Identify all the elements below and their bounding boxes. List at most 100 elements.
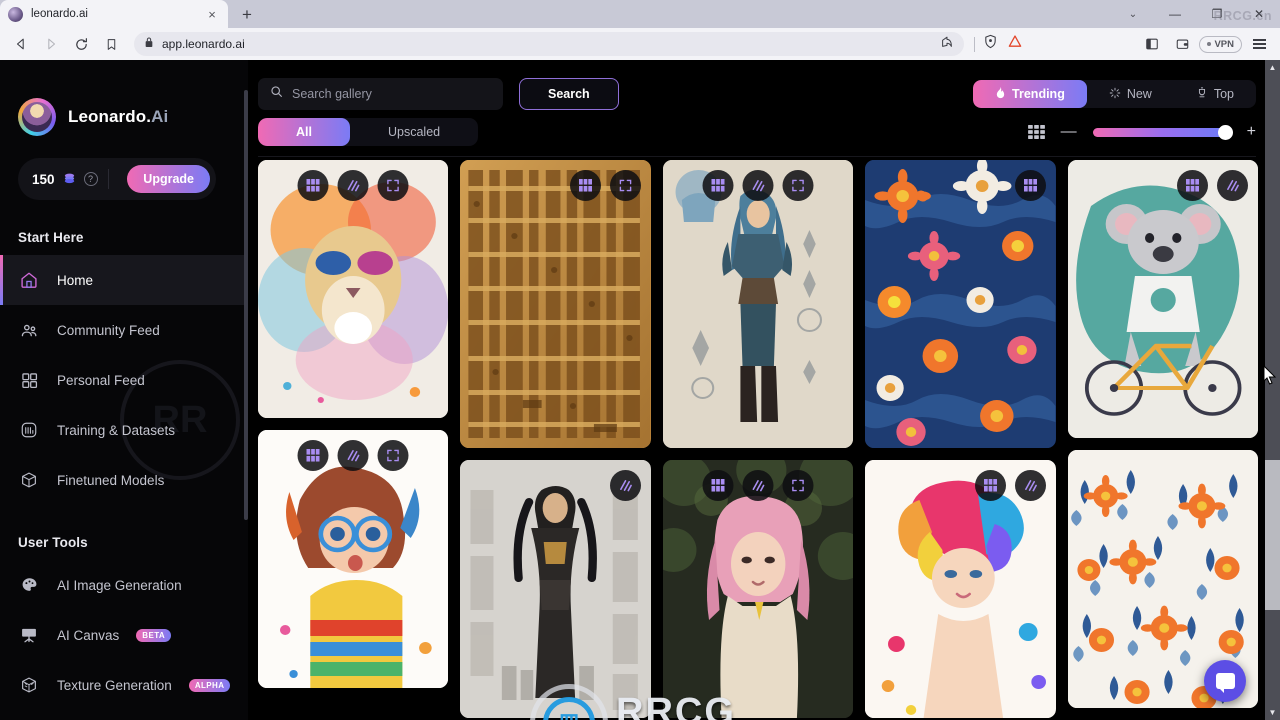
brave-shield-icon[interactable] [983, 34, 998, 54]
zoom-in-button[interactable]: + [1247, 124, 1256, 140]
card-artwork [662, 160, 854, 448]
card-artwork [865, 160, 1056, 448]
window-minimize-button[interactable]: — [1154, 0, 1196, 28]
variations-icon[interactable] [609, 470, 641, 501]
sort-tab-top[interactable]: Top [1174, 80, 1256, 108]
gallery-card-colorful-girl-glasses-backpack[interactable] [258, 430, 449, 688]
variations-icon[interactable] [742, 470, 774, 501]
gallery-card-egyptian-hieroglyphs-papyrus[interactable] [460, 160, 651, 448]
fullscreen-icon[interactable] [377, 170, 409, 201]
sidebar-item-label: AI Image Generation [57, 577, 182, 593]
address-bar[interactable]: app.leonardo.ai [134, 32, 965, 56]
remix-icon[interactable] [297, 440, 329, 471]
gallery-card-watercolor-lion-sunglasses[interactable] [258, 160, 449, 418]
sidebar-item-home[interactable]: Home [0, 255, 248, 305]
toolbar-row-search: Search Trending Ne [258, 78, 1256, 110]
variations-icon[interactable] [337, 170, 369, 201]
gallery-card-dark-fantasy-woman-concept-sheet[interactable] [460, 460, 651, 718]
wallet-icon[interactable] [1169, 31, 1195, 57]
variations-icon[interactable] [1014, 470, 1046, 501]
sidepanel-icon[interactable] [1139, 31, 1165, 57]
brand-name: Leonardo.Ai [68, 107, 168, 127]
bookmark-icon[interactable] [98, 31, 124, 57]
gallery-card-orange-floral-pattern-navy[interactable] [865, 160, 1056, 448]
gallery-card-koala-riding-bicycle[interactable] [1067, 160, 1258, 438]
back-button[interactable] [8, 31, 34, 57]
credits-help-icon[interactable]: ? [83, 172, 98, 186]
window-maximize-button[interactable]: ❐ [1196, 0, 1238, 28]
tab-close-icon[interactable]: × [204, 8, 220, 21]
share-icon[interactable] [940, 35, 954, 54]
filter-tab-all[interactable]: All [258, 118, 350, 146]
sidebar-item-texture-generation[interactable]: Texture Generation ALPHA [0, 660, 248, 710]
sidebar-item-label: Training & Datasets [57, 422, 176, 438]
upgrade-button[interactable]: Upgrade [127, 165, 210, 193]
intercom-chat-icon[interactable] [1204, 660, 1246, 702]
address-bar-url: app.leonardo.ai [162, 37, 245, 51]
forward-button[interactable] [38, 31, 64, 57]
sidebar-item-ai-image-generation[interactable]: AI Image Generation [0, 560, 248, 610]
hamburger-menu-icon[interactable] [1246, 31, 1272, 57]
filter-tab-upscaled[interactable]: Upscaled [350, 118, 478, 146]
scroll-up-arrow-icon[interactable]: ▲ [1265, 60, 1280, 75]
fullscreen-icon[interactable] [609, 170, 641, 201]
gallery-column [865, 160, 1056, 720]
remix-icon[interactable] [297, 170, 329, 201]
sidebar-item-label: AI Canvas [57, 627, 120, 643]
zoom-slider-knob[interactable] [1217, 124, 1233, 140]
sidebar-item-finetuned-models[interactable]: Finetuned Models [0, 455, 248, 505]
brand-name-main: Leonardo. [68, 107, 152, 126]
remix-icon[interactable] [1177, 170, 1209, 201]
card-overlay-actions [569, 170, 641, 201]
brave-lion-icon[interactable] [1007, 34, 1023, 54]
vpn-status-button[interactable]: VPN [1199, 35, 1242, 53]
remix-icon[interactable] [974, 470, 1006, 501]
reload-button[interactable] [68, 31, 94, 57]
variations-icon[interactable] [1217, 170, 1249, 201]
remix-icon[interactable] [1014, 170, 1046, 201]
gallery-card-blue-haired-warrior-character[interactable] [662, 160, 854, 448]
cube-icon [18, 469, 40, 491]
search-gallery-box[interactable] [258, 78, 503, 110]
tab-title: leonardo.ai [31, 8, 88, 20]
gallery-card-rainbow-hair-girl-portrait[interactable] [865, 460, 1056, 718]
window-close-button[interactable]: ✕ [1238, 0, 1280, 28]
card-overlay-actions [702, 470, 814, 501]
remix-icon[interactable] [569, 170, 601, 201]
sidebar-item-community-feed[interactable]: Community Feed [0, 305, 248, 355]
card-overlay-actions [609, 470, 641, 501]
address-bar-actions [940, 35, 954, 54]
sort-tab-new[interactable]: New [1087, 80, 1174, 108]
scroll-down-arrow-icon[interactable]: ▼ [1265, 705, 1280, 720]
remix-icon[interactable] [702, 470, 734, 501]
tab-search-chevron-icon[interactable]: ⌄ [1112, 0, 1154, 28]
sparkle-icon [1109, 87, 1121, 102]
fullscreen-icon[interactable] [782, 470, 814, 501]
page-scrollbar-thumb[interactable] [1265, 460, 1280, 610]
variations-icon[interactable] [742, 170, 774, 201]
sidebar-item-ai-canvas[interactable]: AI Canvas BETA [0, 610, 248, 660]
fullscreen-icon[interactable] [377, 440, 409, 471]
sidebar-item-training-datasets[interactable]: Training & Datasets [0, 405, 248, 455]
grid-density-icon[interactable] [1027, 125, 1045, 139]
gallery-column [662, 160, 854, 720]
search-input[interactable] [292, 87, 491, 101]
zoom-slider[interactable] [1092, 124, 1233, 140]
gallery-toolbar: Search Trending Ne [248, 60, 1280, 157]
browser-tab[interactable]: leonardo.ai × [0, 0, 228, 28]
sort-tab-label: New [1126, 87, 1152, 101]
gallery-card-pink-haired-fantasy-portrait[interactable] [662, 460, 854, 718]
sidebar-item-personal-feed[interactable]: Personal Feed [0, 355, 248, 405]
new-tab-button[interactable]: + [233, 2, 261, 28]
image-gallery-grid [258, 160, 1258, 720]
zoom-out-button[interactable]: — [1061, 124, 1077, 140]
brand[interactable]: Leonardo.Ai [0, 60, 248, 136]
variations-icon[interactable] [337, 440, 369, 471]
remix-icon[interactable] [702, 170, 734, 201]
fullscreen-icon[interactable] [782, 170, 814, 201]
sort-tab-trending[interactable]: Trending [973, 80, 1087, 108]
page-scrollbar[interactable]: ▲ ▼ [1265, 60, 1280, 720]
sort-tab-label: Trending [1012, 87, 1065, 101]
search-button[interactable]: Search [519, 78, 619, 110]
toolbar-divider [974, 36, 976, 52]
